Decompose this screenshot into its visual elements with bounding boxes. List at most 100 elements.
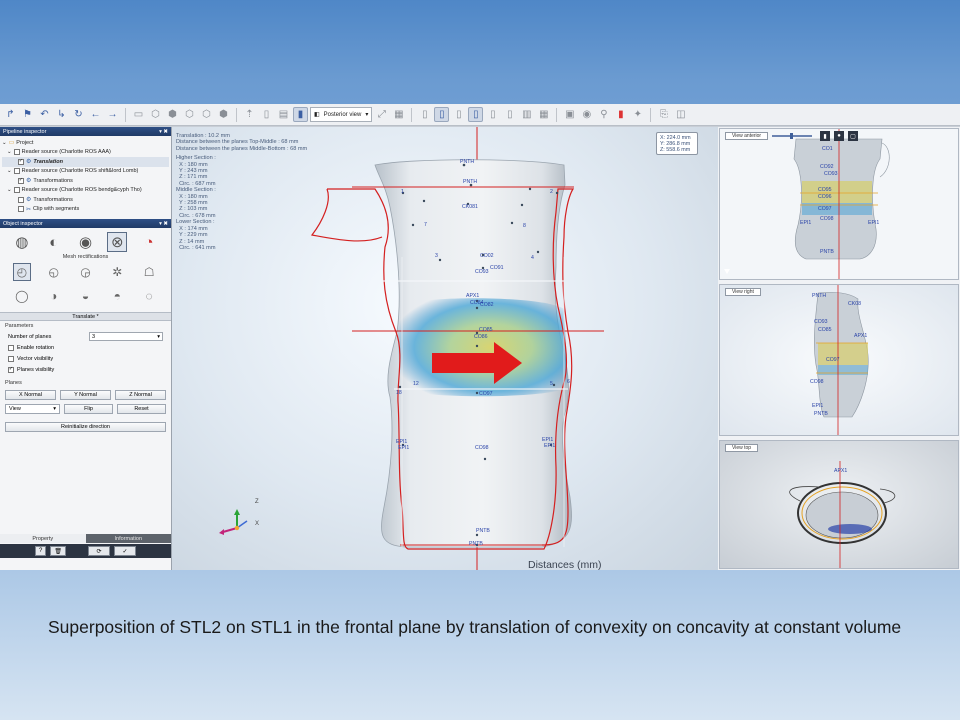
tree-item-clip[interactable]: ✂ Clip with segments (2, 205, 169, 215)
camera-icon[interactable]: ◉ (579, 107, 594, 122)
body-right-icon[interactable]: ▯ (468, 107, 484, 122)
anterior-view[interactable]: CO1 CO92 CO93 CO95 CO96 CO97 CO98 EPI1 E… (719, 128, 959, 280)
export-icon[interactable]: ⎘ (656, 107, 671, 122)
help-icon[interactable]: ? (35, 546, 47, 556)
num-planes-select[interactable]: 3 ▾ (89, 332, 163, 341)
cube-solid-icon[interactable]: ⬢ (216, 107, 231, 122)
fit-icon[interactable]: ⤢ (374, 107, 389, 122)
measure-tool-icon[interactable]: ◔ (139, 232, 159, 252)
tree-item-transformations[interactable]: ✓ ⚙ Transformations (2, 176, 169, 186)
view-select[interactable]: View ▾ (5, 404, 60, 414)
checkbox[interactable] (18, 206, 24, 213)
refresh-icon[interactable]: ↻ (71, 107, 86, 122)
checkbox[interactable] (13, 168, 20, 175)
reinitialize-direction-button[interactable]: Reinitialize direction (5, 422, 166, 432)
checkbox[interactable] (13, 187, 20, 194)
chevron-down-icon[interactable]: ⌄ (7, 187, 12, 193)
opacity-slider-handle[interactable] (790, 133, 793, 139)
checkbox[interactable] (13, 149, 20, 156)
planes-visibility-row[interactable]: ✓ Planes visibility (0, 364, 171, 375)
tree-item-reader-2[interactable]: ⌄ Reader source (Charlotte ROS shift&lord… (2, 167, 169, 177)
tree-item-reader-1[interactable]: ⌄ Reader source (Charlotte ROS AAA) (2, 148, 169, 158)
panel-controls-icon[interactable]: ▾ ✖ (159, 221, 168, 227)
shift-op-icon[interactable]: ◑ (45, 287, 63, 305)
x-normal-button[interactable]: X Normal (5, 390, 56, 400)
flag-icon[interactable]: ⚑ (20, 107, 35, 122)
tab-property[interactable]: Property (0, 534, 86, 543)
wave-op-icon[interactable]: ◒ (76, 287, 94, 305)
body-front-icon[interactable]: ▯ (417, 107, 432, 122)
arrow-right-icon[interactable]: → (105, 107, 120, 122)
cube-outline-icon[interactable]: ⬡ (182, 107, 197, 122)
top-view[interactable]: APX1 View top (719, 440, 959, 569)
body-top-icon[interactable]: ▯ (485, 107, 500, 122)
body-left-icon[interactable]: ▯ (451, 107, 466, 122)
section-icon[interactable]: ▥ (519, 107, 534, 122)
mesh-tool-icon[interactable]: ◉ (75, 232, 95, 252)
scale-op-icon[interactable]: ☖ (140, 263, 158, 281)
arrow-left-icon[interactable]: ← (88, 107, 103, 122)
main-3d-viewport[interactable]: PNTH PNTH CK081 CO02 CO93 CO91 APX1 CO84… (172, 127, 718, 570)
doc-icon[interactable]: ▭ (131, 107, 146, 122)
select-icon[interactable]: ↱ (3, 107, 18, 122)
panel-icon[interactable]: ◫ (673, 107, 688, 122)
cube-icon[interactable]: ⬢ (165, 107, 180, 122)
checkbox[interactable]: ✓ (18, 158, 24, 165)
select-area-icon[interactable]: ↳ (54, 107, 69, 122)
apply-check-icon[interactable]: ✓ (113, 546, 136, 556)
wand-icon[interactable]: ✦ (630, 107, 645, 122)
tree-item-project[interactable]: ⌄ ▭ Project (2, 138, 169, 148)
ruler-icon[interactable]: ▯ (259, 107, 274, 122)
tree-item-translation[interactable]: ✓ ⚙ Translation (2, 157, 169, 167)
checkbox[interactable]: ✓ (18, 177, 24, 184)
rotate-view-icon[interactable]: ▮ (820, 131, 830, 141)
body-back-icon[interactable]: ▯ (434, 107, 450, 122)
pin-icon[interactable]: ⇡ (242, 107, 257, 122)
bend-op-icon[interactable]: ◶ (76, 263, 94, 281)
bulge-op-icon[interactable]: ◓ (108, 287, 126, 305)
wireframe-icon[interactable]: ▢ (848, 131, 858, 141)
smooth-tool-icon[interactable]: ◍ (12, 232, 32, 252)
chevron-down-icon[interactable]: ⌄ (2, 140, 7, 146)
tree-item-transformations-2[interactable]: ⚙ Transformations (2, 195, 169, 205)
reset-button[interactable]: Reset (117, 404, 166, 414)
screenshot-icon[interactable]: ▣ (562, 107, 577, 122)
checkbox[interactable] (18, 196, 24, 203)
table-icon[interactable]: ▦ (536, 107, 551, 122)
enable-rotation-checkbox[interactable] (8, 344, 14, 351)
curve-icon[interactable]: ↶ (37, 107, 52, 122)
tab-information[interactable]: Information (85, 534, 171, 543)
refresh-icon[interactable]: ⟳ (87, 546, 110, 556)
mesh-icon[interactable]: ⬡ (148, 107, 163, 122)
cube-wire-icon[interactable]: ⬡ (199, 107, 214, 122)
shading-icon[interactable]: ● (834, 131, 844, 141)
stl-icon[interactable]: ▮ (293, 107, 308, 122)
body-bottom-icon[interactable]: ▯ (502, 107, 517, 122)
sculpt-tool-icon[interactable]: ◐ (44, 232, 64, 252)
transform-tool-icon[interactable]: ⊗ (107, 232, 128, 252)
flip-button[interactable]: Flip (64, 404, 113, 414)
y-normal-button[interactable]: Y Normal (60, 390, 111, 400)
inflate-op-icon[interactable]: ◌ (140, 287, 158, 305)
color-map-icon[interactable]: ▮ (613, 107, 628, 122)
tree-item-reader-3[interactable]: ⌄ Reader source (Charlotte ROS bendg&cyph… (2, 186, 169, 196)
view-select[interactable]: ◧ Posterior view ▾ (310, 107, 373, 122)
chevron-down-icon[interactable]: ⌄ (7, 168, 12, 174)
planes-icon[interactable]: ▤ (276, 107, 291, 122)
planes-visibility-checkbox[interactable]: ✓ (8, 366, 14, 373)
delete-icon[interactable]: 🗑 (50, 546, 66, 556)
panel-controls-icon[interactable]: ▾ ✖ (159, 129, 168, 135)
sphere-op-icon[interactable]: ◯ (13, 287, 31, 305)
chevron-down-icon[interactable]: ⌄ (7, 149, 12, 155)
translate-bar: Translate * (0, 312, 171, 321)
z-normal-button[interactable]: Z Normal (115, 390, 166, 400)
rotate-op-icon[interactable]: ◵ (45, 263, 63, 281)
zoom-icon[interactable]: ⚲ (596, 107, 611, 122)
twist-op-icon[interactable]: ✲ (108, 263, 126, 281)
vector-visibility-checkbox[interactable] (8, 355, 14, 362)
grid-icon[interactable]: ▦ (391, 107, 406, 122)
right-view[interactable]: PNTH CK08 CO93 CO85 APX1 CO97 CO98 EPI1 … (719, 284, 959, 436)
vector-visibility-row[interactable]: Vector visibility (0, 353, 171, 364)
translate-op-icon[interactable]: ◴ (12, 263, 31, 281)
enable-rotation-row[interactable]: Enable rotation (0, 342, 171, 353)
